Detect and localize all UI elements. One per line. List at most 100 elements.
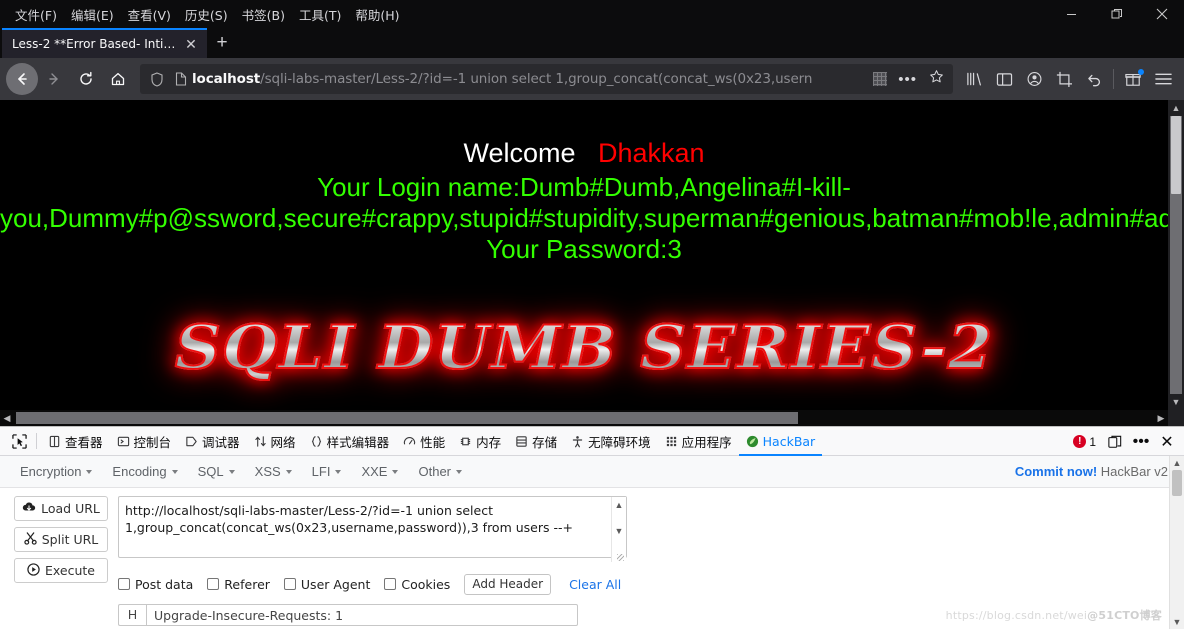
devtools-tab-performance[interactable]: 性能 xyxy=(396,427,452,456)
undo-icon[interactable] xyxy=(1079,64,1109,94)
console-icon xyxy=(117,435,130,448)
header-value-field[interactable]: Upgrade-Insecure-Requests: 1 xyxy=(146,604,578,626)
menu-label: XSS xyxy=(254,464,281,479)
devtools-close-icon[interactable]: ✕ xyxy=(1154,429,1180,455)
commit-now-link[interactable]: Commit now! xyxy=(1015,464,1097,479)
devtools-tab-inspector[interactable]: 查看器 xyxy=(41,427,110,456)
devtools-tab-storage[interactable]: 存储 xyxy=(508,427,564,456)
user-agent-checkbox[interactable]: User Agent xyxy=(283,577,370,592)
clear-all-link[interactable]: Clear All xyxy=(569,577,621,592)
devtools-tab-accessibility[interactable]: 无障碍环境 xyxy=(564,427,658,456)
devtools-tab-console[interactable]: 控制台 xyxy=(110,427,179,456)
devtools-tab-application[interactable]: 应用程序 xyxy=(658,427,739,456)
split-url-button[interactable]: Split URL xyxy=(14,527,108,552)
memory-icon xyxy=(459,435,472,448)
horizontal-scroll-thumb[interactable] xyxy=(16,412,798,424)
checkbox-box[interactable] xyxy=(118,578,130,590)
url-textarea[interactable] xyxy=(118,496,627,558)
sidebar-icon[interactable] xyxy=(989,64,1019,94)
hackbar-menu-xss[interactable]: XSS xyxy=(245,460,302,483)
home-icon[interactable] xyxy=(102,63,134,95)
error-badge[interactable]: ! 1 xyxy=(1073,435,1102,449)
hackbar-version: HackBar v2 xyxy=(1100,464,1168,479)
textarea-scrollbar[interactable]: ▲ ▼ xyxy=(611,497,626,562)
library-icon[interactable] xyxy=(959,64,989,94)
vertical-scroll-track[interactable] xyxy=(1170,116,1182,394)
restore-icon[interactable] xyxy=(1094,0,1139,28)
hackbar-menu-bar: Encryption Encoding SQL XSS LFI XXE Othe… xyxy=(0,456,1184,488)
checkbox-box[interactable] xyxy=(207,578,220,590)
scroll-up-arrow-icon[interactable]: ▲ xyxy=(1168,100,1184,116)
hackbar-menu-lfi[interactable]: LFI xyxy=(302,460,352,483)
page-vertical-scrollbar[interactable]: ▲ ▼ xyxy=(1168,100,1184,410)
menu-tools[interactable]: 工具(T) xyxy=(292,2,348,27)
new-tab-button[interactable]: + xyxy=(207,28,237,58)
scroll-right-arrow-icon[interactable]: ▶ xyxy=(1154,410,1168,426)
scroll-left-arrow-icon[interactable]: ◀ xyxy=(0,410,14,426)
back-arrow-icon[interactable] xyxy=(6,63,38,95)
post-data-checkbox[interactable]: Post data xyxy=(118,577,193,592)
page-info-icon xyxy=(170,72,192,86)
hackbar-menu-xxe[interactable]: XXE xyxy=(351,460,408,483)
hackbar-menu-other[interactable]: Other xyxy=(408,460,472,483)
hackbar-scroll-thumb[interactable] xyxy=(1172,470,1182,496)
close-icon[interactable] xyxy=(1139,0,1184,28)
checkbox-label: Referer xyxy=(224,576,270,592)
dock-icon[interactable] xyxy=(1102,429,1128,455)
menu-view[interactable]: 查看(V) xyxy=(121,2,178,27)
welcome-username: Dhakkan xyxy=(597,138,705,168)
minimize-icon[interactable] xyxy=(1049,0,1094,28)
screenshot-icon[interactable] xyxy=(1049,64,1079,94)
devtools-tab-memory[interactable]: 内存 xyxy=(452,427,508,456)
tab-close-icon[interactable]: ✕ xyxy=(181,34,201,54)
hackbar-menu-encryption[interactable]: Encryption xyxy=(10,460,102,483)
qr-icon[interactable] xyxy=(873,72,888,86)
watermark-url: https://blog.csdn.net/wei xyxy=(945,609,1088,622)
menu-file[interactable]: 文件(F) xyxy=(8,2,64,27)
checkbox-box[interactable] xyxy=(384,578,397,590)
inspector-icon xyxy=(48,435,61,448)
vertical-scroll-thumb[interactable] xyxy=(1171,116,1181,194)
menu-label: Encoding xyxy=(112,464,167,479)
devtools-tab-hackbar[interactable]: HackBar xyxy=(739,427,823,456)
element-picker-icon[interactable] xyxy=(6,428,32,454)
cookies-checkbox[interactable]: Cookies xyxy=(384,577,450,592)
textarea-resize-grip[interactable] xyxy=(617,554,624,561)
scroll-down-arrow-icon[interactable]: ▼ xyxy=(1168,394,1184,410)
toolbar-divider xyxy=(1113,69,1114,89)
load-url-button[interactable]: Load URL xyxy=(14,496,108,521)
devtools-tab-network[interactable]: 网络 xyxy=(247,427,303,456)
hamburger-icon[interactable] xyxy=(1148,64,1178,94)
error-dot-icon: ! xyxy=(1073,435,1087,448)
browser-tab[interactable]: Less-2 **Error Based- Intiger** ✕ xyxy=(2,28,207,58)
hackbar-scroll-down-icon[interactable]: ▼ xyxy=(1170,615,1184,629)
address-bar[interactable]: localhost/sqli-labs-master/Less-2/?id=-1… xyxy=(140,64,953,94)
menu-history[interactable]: 历史(S) xyxy=(178,2,235,27)
add-header-button[interactable]: Add Header xyxy=(464,573,552,595)
reload-icon[interactable] xyxy=(70,63,102,95)
devtools-tab-style-editor[interactable]: 样式编辑器 xyxy=(303,427,397,456)
devtools-more-icon[interactable]: ••• xyxy=(1128,429,1154,455)
menu-bookmarks[interactable]: 书签(B) xyxy=(235,2,292,27)
header-key-field[interactable]: H xyxy=(118,604,146,626)
textarea-scroll-up-icon[interactable]: ▲ xyxy=(612,500,626,510)
hackbar-menu-sql[interactable]: SQL xyxy=(188,460,245,483)
hackbar-menu-encoding[interactable]: Encoding xyxy=(102,460,187,483)
referer-checkbox[interactable]: Referer xyxy=(207,577,270,592)
menu-help[interactable]: 帮助(H) xyxy=(348,2,406,27)
hackbar-scrollbar[interactable]: ▲ ▼ xyxy=(1169,456,1184,629)
page-horizontal-scrollbar[interactable]: ◀ ▶ xyxy=(0,410,1168,426)
page-actions-icon[interactable]: ••• xyxy=(891,71,924,88)
execute-button[interactable]: Execute xyxy=(14,558,108,583)
hackbar-scroll-up-icon[interactable]: ▲ xyxy=(1170,456,1184,470)
forward-arrow-icon[interactable] xyxy=(38,63,70,95)
star-icon[interactable] xyxy=(924,69,949,89)
account-icon[interactable] xyxy=(1019,64,1049,94)
menu-edit[interactable]: 编辑(E) xyxy=(64,2,121,27)
devtools-tab-label: 无障碍环境 xyxy=(588,434,651,450)
button-label: Split URL xyxy=(41,532,99,547)
checkbox-box[interactable] xyxy=(283,578,296,590)
devtools-tab-debugger[interactable]: 调试器 xyxy=(178,427,247,456)
gift-icon[interactable] xyxy=(1118,64,1148,94)
textarea-scroll-down-icon[interactable]: ▼ xyxy=(612,526,626,536)
